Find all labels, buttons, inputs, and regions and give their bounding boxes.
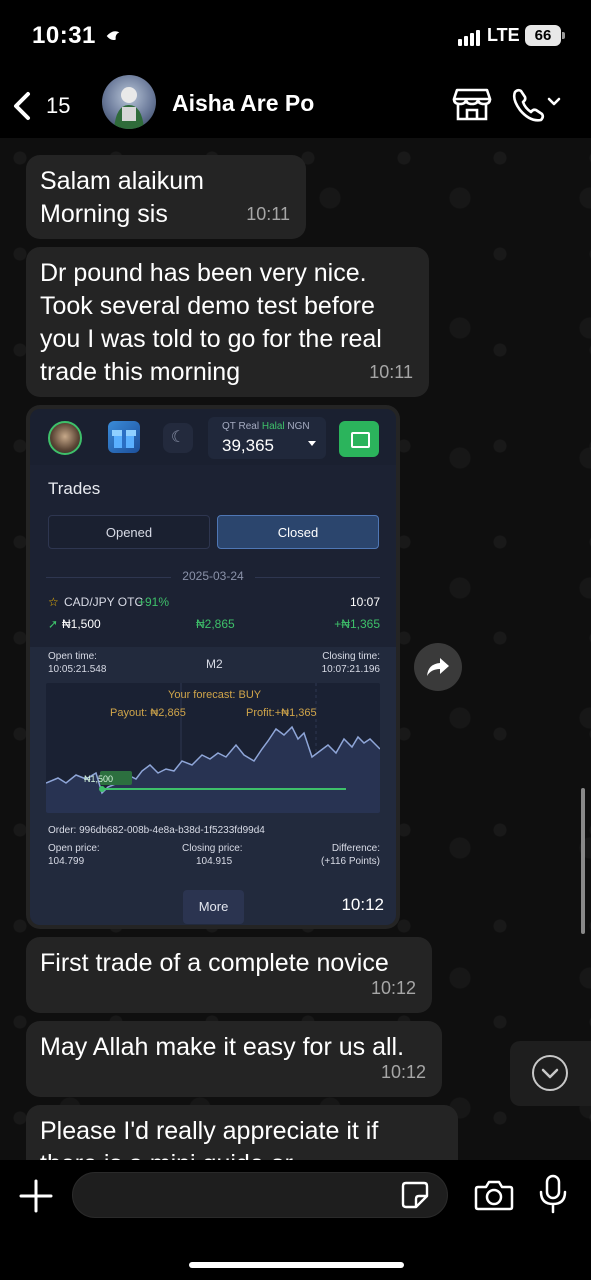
contact-avatar[interactable] [102,75,156,129]
trade-payout: ₦2,865 [196,617,235,631]
chevron-down-icon [532,1055,568,1091]
account-label: QT Real [222,421,260,432]
account-tag: Halal [261,421,285,432]
close-time: 10:07:21.196 [321,664,380,675]
wallet-icon [339,421,379,457]
battery-icon: 66 [525,25,565,46]
profit-label: Profit:+₦1,365 [246,707,317,719]
message-bubble[interactable]: Salam alaikum Morning sis 10:11 [26,155,306,239]
theme-moon-icon: ☾ [163,423,193,453]
chart-marker-label: ₦1,500 [84,774,114,784]
message-bubble[interactable]: May Allah make it easy for us all. 10:12 [26,1021,442,1097]
open-time-label: Open time: [48,651,97,662]
account-selector: QT Real Halal NGN 39,365 [208,417,326,459]
message-bubble[interactable]: First trade of a complete novice 10:12 [26,937,432,1013]
business-store-icon[interactable] [452,86,492,122]
message-text: Dr pound has been very nice. Took severa… [40,259,382,386]
message-bubble[interactable]: Dr pound has been very nice. Took severa… [26,247,429,397]
back-button[interactable]: 15 [10,86,80,126]
close-price: 104.915 [196,856,233,867]
scroll-to-bottom-button[interactable] [510,1041,591,1106]
message-time: 10:12 [380,1062,426,1082]
more-button: More [183,890,244,924]
chevron-left-icon [14,92,30,120]
unread-count: 15 [46,93,71,118]
scrollbar[interactable] [581,788,585,934]
status-time: 10:31 [32,22,96,49]
forecast-label: Your forecast: BUY [168,689,262,701]
tab-opened: Opened [48,515,210,549]
message-text: Please I'd really appreciate it if there… [40,1117,379,1160]
camera-icon[interactable] [474,1178,514,1212]
avatar-photo [114,87,144,129]
trade-percent: +91% [138,595,170,609]
gift-box-icon [108,421,140,453]
network-label: LTE [487,25,520,45]
price-chart [46,683,380,813]
message-time: 10:12 [341,895,384,914]
account-balance: 39,365 [222,436,274,455]
tab-closed: Closed [217,515,379,549]
order-id: Order: 996db682-008b-4e8a-b38d-1f5233fd9… [48,825,265,836]
trade-mode: M2 [206,657,223,671]
signal-icon [458,28,482,46]
trade-pair: CAD/JPY OTC [64,595,144,609]
message-text: May Allah make it easy for us all. [40,1033,405,1061]
trade-amount: ₦1,500 [62,617,101,631]
open-time: 10:05:21.548 [48,664,107,675]
message-text: First trade of a complete novice [40,949,389,977]
message-input[interactable] [72,1172,448,1218]
trades-title: Trades [48,479,101,498]
message-bubble[interactable]: Please I'd really appreciate it if there… [26,1105,458,1160]
forward-button[interactable] [414,643,462,691]
message-time: 10:12 [370,978,416,998]
forward-arrow-icon [427,658,449,676]
price-line-chart [46,683,380,813]
plus-icon[interactable] [18,1178,54,1214]
call-dropdown-icon[interactable] [510,86,564,122]
message-time: 10:11 [246,204,290,224]
chat-area[interactable]: Salam alaikum Morning sis 10:11 Dr pound… [0,138,591,1160]
status-bar: 10:31 LTE 66 [0,0,591,72]
message-time: 10:11 [369,362,413,382]
home-indicator[interactable] [189,1262,404,1268]
app-topbar: ☾ QT Real Halal NGN 39,365 [30,409,396,465]
star-icon: ☆ [48,595,59,609]
up-arrow-icon: ➚ [48,617,59,631]
trade-date: 2025-03-24 [30,569,396,583]
close-time-label: Closing time: [322,651,380,662]
trade-time: 10:07 [349,595,380,609]
payout-label: Payout: ₦2,865 [110,707,186,719]
open-price: 104.799 [48,856,85,867]
caret-down-icon [308,441,316,446]
microphone-icon[interactable] [536,1174,570,1214]
difference-value: (+116 Points) [320,856,380,867]
sticker-icon[interactable] [400,1180,430,1210]
chat-header: 15 Aisha Are Po [0,72,591,138]
focus-moon-icon [106,31,120,41]
contact-name[interactable]: Aisha Are Po [172,90,314,117]
image-message[interactable]: ☾ QT Real Halal NGN 39,365 Trades Opened… [26,405,400,929]
close-price-label: Closing price: [182,843,243,854]
user-avatar [48,421,82,455]
trade-screenshot: ☾ QT Real Halal NGN 39,365 Trades Opened… [30,409,396,925]
trade-profit: +₦1,365 [334,617,380,631]
difference-label: Difference: [331,843,380,854]
open-price-label: Open price: [48,843,100,854]
account-currency: NGN [287,421,310,432]
